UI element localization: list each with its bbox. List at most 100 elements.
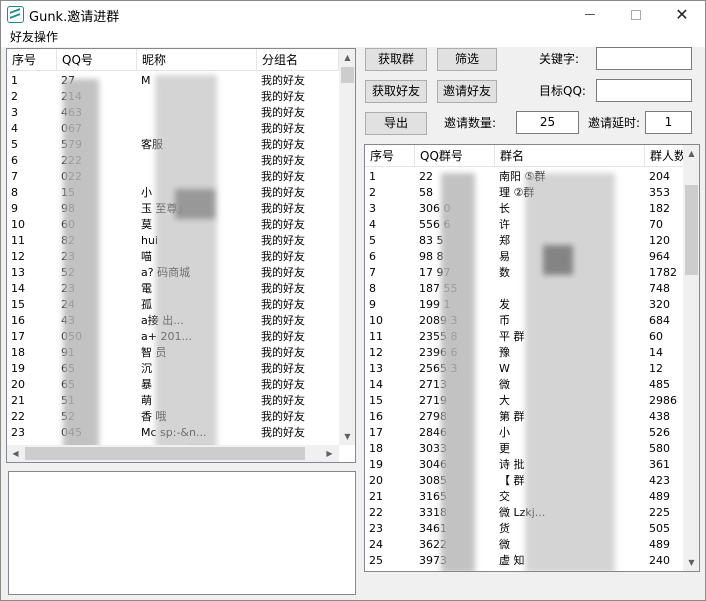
friends-cell-group: 我的好友 — [261, 410, 305, 423]
groups-cell-members: 225 — [649, 506, 670, 519]
friends-cell-group: 我的好友 — [261, 394, 305, 407]
groups-col-index[interactable]: 序号 — [365, 145, 415, 167]
window-title: Gunk.邀请进群 — [29, 10, 120, 25]
invite-count-input[interactable]: 25 — [516, 111, 579, 134]
privacy-blur — [175, 189, 215, 219]
groups-cell-members: 353 — [649, 186, 670, 199]
friends-vscroll[interactable]: ▲ ▼ — [339, 49, 355, 445]
groups-cell-index: 20 — [369, 474, 383, 487]
scroll-down-icon[interactable]: ▼ — [683, 554, 699, 571]
friends-cell-group: 我的好友 — [261, 234, 305, 247]
menu-bar: 好友操作 — [1, 29, 705, 47]
groups-cell-index: 17 — [369, 426, 383, 439]
privacy-blur — [543, 245, 573, 275]
keyword-label: 关键字: — [539, 52, 580, 66]
groups-cell-index: 3 — [369, 202, 376, 215]
groups-cell-members: 182 — [649, 202, 670, 215]
friends-cell-group: 我的好友 — [261, 90, 305, 103]
groups-cell-index: 15 — [369, 394, 383, 407]
groups-col-id[interactable]: QQ群号 — [415, 145, 495, 167]
groups-cell-members: 361 — [649, 458, 670, 471]
export-button[interactable]: 导出 — [365, 112, 427, 135]
groups-cell-members: 120 — [649, 234, 670, 247]
friends-cell-index: 6 — [11, 154, 18, 167]
friends-cell-index: 7 — [11, 170, 18, 183]
scroll-thumb[interactable] — [685, 185, 698, 275]
groups-cell-index: 9 — [369, 298, 376, 311]
groups-cell-members: 505 — [649, 522, 670, 535]
groups-cell-members: 684 — [649, 314, 670, 327]
privacy-blur — [63, 79, 99, 459]
friends-col-qq[interactable]: QQ号 — [57, 49, 137, 71]
groups-cell-index: 14 — [369, 378, 383, 391]
close-icon: ✕ — [675, 5, 689, 24]
friends-list[interactable]: 序号 QQ号 昵称 分组名 127M我的好友2214我的好友3463我的好友40… — [6, 48, 356, 463]
groups-cell-members: 2986 — [649, 394, 677, 407]
groups-cell-index: 19 — [369, 458, 383, 471]
groups-col-name[interactable]: 群名 — [495, 145, 645, 167]
minimize-button[interactable] — [567, 1, 613, 29]
friends-cell-index: 23 — [11, 426, 25, 439]
groups-cell-members: 70 — [649, 218, 663, 231]
friends-cell-index: 21 — [11, 394, 25, 407]
scroll-up-icon[interactable]: ▲ — [683, 145, 699, 162]
maximize-button[interactable] — [613, 1, 659, 29]
friends-hscroll[interactable]: ◀ ▶ — [7, 445, 339, 462]
groups-cell-index: 8 — [369, 282, 376, 295]
friends-col-nick[interactable]: 昵称 — [137, 49, 257, 71]
scroll-thumb[interactable] — [341, 67, 354, 83]
groups-cell-index: 16 — [369, 410, 383, 423]
friends-cell-group: 我的好友 — [261, 74, 305, 87]
groups-vscroll[interactable]: ▲ ▼ — [683, 145, 699, 571]
groups-cell-index: 25 — [369, 554, 383, 567]
groups-list-header: 序号 QQ群号 群名 群人数 — [365, 145, 686, 167]
friends-cell-index: 1 — [11, 74, 18, 87]
friends-cell-group: 我的好友 — [261, 218, 305, 231]
menu-friend-ops[interactable]: 好友操作 — [10, 29, 58, 46]
scroll-right-icon[interactable]: ▶ — [321, 445, 338, 462]
close-button[interactable]: ✕ — [659, 1, 705, 29]
scroll-thumb[interactable] — [25, 447, 305, 460]
minimize-icon — [585, 14, 595, 15]
friends-cell-index: 2 — [11, 90, 18, 103]
target-qq-input[interactable] — [596, 79, 692, 102]
log-output[interactable] — [8, 471, 356, 595]
maximize-icon — [631, 9, 641, 20]
friends-cell-group: 我的好友 — [261, 138, 305, 151]
scroll-down-icon[interactable]: ▼ — [339, 428, 355, 445]
groups-cell-index: 13 — [369, 362, 383, 375]
scroll-up-icon[interactable]: ▲ — [339, 49, 355, 66]
filter-button[interactable]: 筛选 — [437, 48, 497, 71]
groups-cell-members: 964 — [649, 250, 670, 263]
groups-cell-index: 23 — [369, 522, 383, 535]
groups-cell-members: 60 — [649, 330, 663, 343]
friends-cell-index: 17 — [11, 330, 25, 343]
invite-delay-label: 邀请延时: — [588, 116, 641, 130]
groups-cell-members: 485 — [649, 378, 670, 391]
friends-cell-index: 20 — [11, 378, 25, 391]
groups-cell-index: 5 — [369, 234, 376, 247]
groups-cell-index: 4 — [369, 218, 376, 231]
friends-col-index[interactable]: 序号 — [7, 49, 57, 71]
friends-cell-index: 18 — [11, 346, 25, 359]
get-groups-button[interactable]: 获取群 — [365, 48, 427, 71]
friends-cell-group: 我的好友 — [261, 426, 305, 439]
invite-delay-input[interactable]: 1 — [645, 111, 692, 134]
invite-count-label: 邀请数量: — [444, 116, 497, 130]
friends-col-group[interactable]: 分组名 — [257, 49, 339, 71]
keyword-input[interactable] — [596, 47, 692, 70]
friends-cell-index: 12 — [11, 250, 25, 263]
get-friends-button[interactable]: 获取好友 — [365, 80, 427, 103]
scroll-left-icon[interactable]: ◀ — [7, 445, 24, 462]
friends-cell-index: 10 — [11, 218, 25, 231]
groups-list[interactable]: 序号 QQ群号 群名 群人数 1 22 南阳 ⑤群 204 2 58 理 ②群 353 3 306… — [364, 144, 700, 572]
groups-cell-members: 438 — [649, 410, 670, 423]
friends-cell-group: 我的好友 — [261, 170, 305, 183]
groups-cell-members: 580 — [649, 442, 670, 455]
groups-cell-index: 10 — [369, 314, 383, 327]
friends-cell-index: 8 — [11, 186, 18, 199]
friends-cell-group: 我的好友 — [261, 362, 305, 375]
friends-cell-group: 我的好友 — [261, 266, 305, 279]
invite-friends-button[interactable]: 邀请好友 — [437, 80, 497, 103]
friends-cell-index: 15 — [11, 298, 25, 311]
